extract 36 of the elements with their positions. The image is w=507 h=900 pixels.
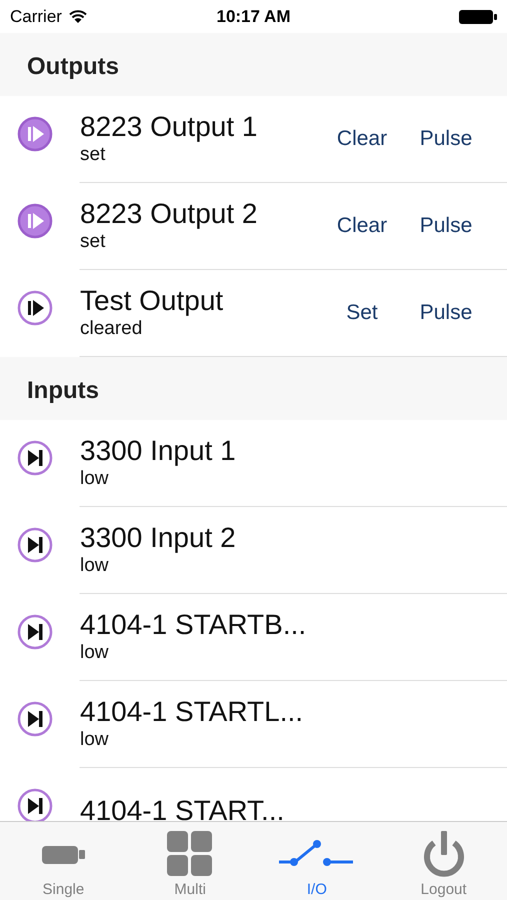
item-status: low (80, 554, 109, 578)
skip-icon (17, 440, 53, 476)
action-button[interactable]: Pulse (407, 208, 485, 244)
action-button[interactable]: Set (323, 295, 401, 331)
play-icon[interactable] (17, 290, 53, 326)
skip-icon (17, 701, 53, 737)
action-button[interactable]: Clear (323, 208, 401, 244)
item-status: low (80, 728, 109, 752)
item-status: low (80, 467, 109, 491)
action-button[interactable]: Pulse (407, 121, 485, 157)
wifi-icon (68, 9, 88, 24)
item-title: 4104-1 START... (80, 795, 284, 821)
battery-icon (458, 8, 497, 24)
item-title: 3300 Input 1 (80, 435, 236, 467)
action-button[interactable]: Clear (323, 121, 401, 157)
item-title: 3300 Input 2 (80, 522, 236, 554)
action-button[interactable]: Pulse (407, 295, 485, 331)
section-header: Inputs (0, 357, 507, 420)
tab[interactable]: I/O (254, 822, 380, 900)
skip-icon (17, 527, 53, 563)
item-status: set (80, 230, 106, 254)
tab[interactable]: Multi (126, 822, 254, 900)
item-status: low (80, 641, 109, 665)
item-status: set (80, 143, 106, 167)
clock: 10:17 AM (216, 6, 290, 26)
skip-icon (17, 614, 53, 650)
item-status: cleared (80, 317, 142, 341)
item-title: 4104-1 STARTL... (80, 696, 304, 728)
item-title: 8223 Output 2 (80, 198, 258, 230)
tab[interactable]: Single (0, 822, 127, 900)
section-header: Outputs (0, 33, 507, 96)
item-title: 4104-1 STARTB... (80, 609, 306, 641)
item-title: Test Output (80, 285, 224, 317)
carrier-label: Carrier (10, 6, 62, 26)
tab[interactable]: Logout (380, 822, 507, 900)
item-title: 8223 Output 1 (80, 111, 258, 143)
